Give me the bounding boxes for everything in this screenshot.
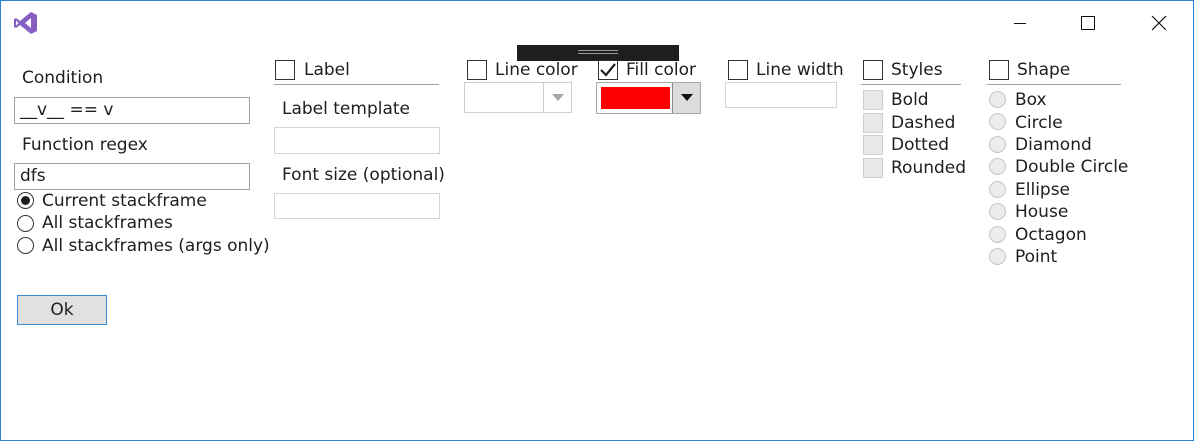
radio-selected-dot xyxy=(21,196,30,205)
styles-checkbox[interactable] xyxy=(863,60,883,80)
fill-color-checkbox[interactable] xyxy=(598,60,618,80)
line-color-checkbox-label: Line color xyxy=(495,60,578,80)
style-checkbox-dotted[interactable] xyxy=(863,135,883,155)
shape-option-label: Octagon xyxy=(1015,225,1087,245)
shape-option-label: Ellipse xyxy=(1015,180,1071,200)
chevron-down-icon xyxy=(551,93,564,101)
visual-studio-icon xyxy=(14,11,38,35)
shape-radio-point[interactable] xyxy=(989,248,1006,265)
style-checkbox-bold[interactable] xyxy=(863,90,883,110)
shape-radio-octagon[interactable] xyxy=(989,226,1006,243)
dialog-window: Condition __v__ == v Function regex dfs … xyxy=(0,0,1194,441)
minimize-button[interactable] xyxy=(997,1,1043,45)
label-template-input[interactable] xyxy=(274,127,440,154)
fill-color-dropdown[interactable] xyxy=(596,82,701,114)
fill-color-checkbox-label: Fill color xyxy=(626,60,696,80)
styles-checkbox-label: Styles xyxy=(891,60,943,80)
shape-radio-house[interactable] xyxy=(989,203,1006,220)
shape-option-label: Diamond xyxy=(1015,135,1092,155)
line-color-checkbox[interactable] xyxy=(467,60,487,80)
dropdown-arrow-button[interactable] xyxy=(543,83,571,112)
label-template-label: Label template xyxy=(282,99,411,119)
close-icon xyxy=(1151,15,1167,31)
section-divider xyxy=(274,84,439,85)
shape-checkbox-label: Shape xyxy=(1017,60,1071,80)
font-size-input[interactable] xyxy=(274,193,440,219)
line-color-dropdown[interactable] xyxy=(464,82,572,113)
grip-line xyxy=(578,50,618,51)
style-option-label: Dotted xyxy=(891,135,950,155)
style-checkbox-rounded[interactable] xyxy=(863,158,883,178)
shape-radio-box[interactable] xyxy=(989,91,1006,108)
style-option-label: Dashed xyxy=(891,113,956,133)
scope-option-label: All stackframes xyxy=(42,213,173,233)
shape-option-label: Circle xyxy=(1015,113,1063,133)
grip-line xyxy=(578,53,618,54)
close-button[interactable] xyxy=(1136,1,1182,45)
shape-option-label: Point xyxy=(1015,247,1058,267)
ok-button[interactable]: Ok xyxy=(17,295,107,325)
section-divider xyxy=(861,84,961,85)
shape-option-label: House xyxy=(1015,202,1069,222)
minimize-icon xyxy=(1014,23,1026,24)
scope-option-label: All stackframes (args only) xyxy=(42,236,270,256)
section-divider xyxy=(987,84,1121,85)
shape-option-label: Double Circle xyxy=(1015,157,1129,177)
function-regex-label: Function regex xyxy=(22,135,148,155)
label-checkbox-label: Label xyxy=(304,60,350,80)
maximize-button[interactable] xyxy=(1065,1,1111,45)
line-width-checkbox-label: Line width xyxy=(756,60,844,80)
label-checkbox[interactable] xyxy=(275,60,295,80)
shape-option-label: Box xyxy=(1015,90,1047,110)
radio-button[interactable] xyxy=(17,215,34,232)
chevron-down-icon xyxy=(680,94,693,101)
checkmark-icon xyxy=(600,63,616,77)
dropdown-arrow-button[interactable] xyxy=(672,83,700,113)
shape-radio-ellipse[interactable] xyxy=(989,181,1006,198)
line-width-checkbox[interactable] xyxy=(728,60,748,80)
shape-radio-diamond[interactable] xyxy=(989,136,1006,153)
radio-button[interactable] xyxy=(17,237,34,254)
function-regex-input[interactable]: dfs xyxy=(14,163,250,190)
shape-checkbox[interactable] xyxy=(989,60,1009,80)
style-option-label: Rounded xyxy=(891,158,967,178)
fill-color-swatch xyxy=(601,87,670,109)
line-width-input[interactable] xyxy=(725,82,837,108)
condition-label: Condition xyxy=(22,68,104,88)
style-checkbox-dashed[interactable] xyxy=(863,113,883,133)
shape-radio-double-circle[interactable] xyxy=(989,158,1006,175)
font-size-label: Font size (optional) xyxy=(282,165,445,185)
maximize-icon xyxy=(1081,16,1095,30)
scope-option-label: Current stackframe xyxy=(42,191,207,211)
ok-button-label: Ok xyxy=(50,300,74,320)
style-option-label: Bold xyxy=(891,90,929,110)
radio-button[interactable] xyxy=(17,192,34,209)
shape-radio-circle[interactable] xyxy=(989,113,1006,130)
condition-input[interactable]: __v__ == v xyxy=(14,97,250,124)
